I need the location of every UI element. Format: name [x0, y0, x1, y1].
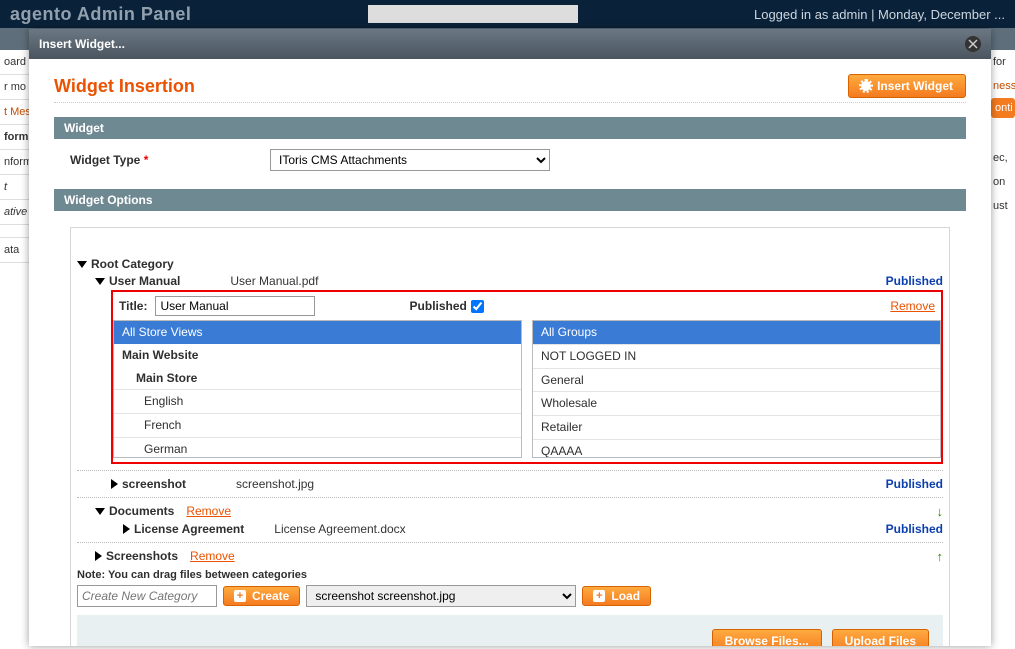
- section-widget-header: Widget: [54, 117, 966, 139]
- list-item[interactable]: General: [533, 368, 940, 392]
- upload-area: Browse Files... Upload Files: [77, 615, 943, 646]
- arrow-down-green-icon[interactable]: ↓: [937, 504, 944, 519]
- list-item[interactable]: All Groups: [533, 321, 940, 344]
- widget-type-select[interactable]: IToris CMS Attachments: [270, 149, 550, 171]
- screenshot-filename: screenshot.jpg: [236, 477, 314, 491]
- modal-titlebar: Insert Widget...: [29, 29, 991, 59]
- status-published: Published: [886, 274, 943, 288]
- chevron-right-icon: [123, 524, 130, 534]
- tree-license-agreement[interactable]: License Agreement License Agreement.docx: [123, 521, 406, 537]
- attachment-detail-panel: Title: Published Remove All Store Views: [111, 290, 943, 464]
- load-button[interactable]: + Load: [582, 586, 651, 606]
- list-item[interactable]: Retailer: [533, 415, 940, 439]
- store-views-listbox[interactable]: All Store Views Main Website Main Store …: [113, 320, 522, 458]
- list-item[interactable]: All Store Views: [114, 321, 521, 344]
- create-category-button[interactable]: + Create: [223, 586, 300, 606]
- chevron-down-icon: [95, 508, 105, 515]
- list-item[interactable]: Wholesale: [533, 391, 940, 415]
- user-manual-filename: User Manual.pdf: [230, 274, 318, 288]
- modal-title: Insert Widget...: [39, 37, 125, 51]
- list-item[interactable]: German: [114, 437, 521, 458]
- tree-screenshots[interactable]: Screenshots Remove: [95, 548, 235, 564]
- tree-documents[interactable]: Documents Remove: [95, 503, 231, 519]
- global-search: [368, 5, 578, 23]
- admin-meta: Logged in as admin | Monday, December ..…: [754, 7, 1005, 22]
- chevron-right-icon: [111, 479, 118, 489]
- chevron-down-icon: [77, 261, 87, 268]
- published-checkbox[interactable]: [471, 300, 484, 313]
- list-item[interactable]: Main Website: [114, 344, 521, 367]
- background-left-fragments: oardr mot Mes formnformt ativeata: [0, 50, 30, 263]
- published-label: Published: [410, 299, 467, 313]
- list-item[interactable]: QAAAA: [533, 439, 940, 458]
- title-label: Title:: [119, 299, 147, 313]
- insert-widget-button[interactable]: Insert Widget: [848, 74, 966, 98]
- plus-icon: +: [234, 590, 246, 602]
- attachments-tree: Root Category User Manual User Manual.pd…: [77, 256, 943, 565]
- title-input[interactable]: [155, 296, 315, 316]
- drag-note: Note: You can drag files between categor…: [77, 569, 943, 581]
- arrow-up-green-icon[interactable]: ↑: [937, 549, 944, 564]
- section-options-header: Widget Options: [54, 189, 966, 211]
- list-item[interactable]: English: [114, 389, 521, 413]
- remove-attachment-link[interactable]: Remove: [890, 299, 935, 313]
- upload-files-button[interactable]: Upload Files: [832, 629, 929, 646]
- chevron-down-icon: [95, 278, 105, 285]
- new-category-input[interactable]: [77, 585, 217, 607]
- file-select[interactable]: screenshot screenshot.jpg: [306, 585, 576, 607]
- tree-root-category[interactable]: Root Category: [77, 256, 943, 272]
- gear-icon: [861, 81, 871, 91]
- tree-screenshot[interactable]: screenshot screenshot.jpg: [111, 476, 314, 492]
- tree-user-manual[interactable]: User Manual User Manual.pdf: [95, 273, 318, 289]
- chevron-right-icon: [95, 551, 102, 561]
- page-title: Widget Insertion: [54, 76, 195, 97]
- license-filename: License Agreement.docx: [274, 522, 405, 536]
- remove-category-link[interactable]: Remove: [190, 549, 235, 563]
- admin-logo: agento Admin Panel: [10, 4, 191, 25]
- plus-icon: +: [593, 590, 605, 602]
- insert-widget-modal: Insert Widget... Widget Insertion Insert…: [29, 29, 991, 646]
- list-item[interactable]: NOT LOGGED IN: [533, 344, 940, 368]
- browse-files-button[interactable]: Browse Files...: [712, 629, 822, 646]
- widget-type-label: Widget Type *: [70, 153, 270, 167]
- background-right-fragments: forness onti ec,onust: [991, 50, 1015, 218]
- status-published: Published: [886, 522, 943, 536]
- remove-category-link[interactable]: Remove: [186, 504, 231, 518]
- customer-groups-listbox[interactable]: All Groups NOT LOGGED IN General Wholesa…: [532, 320, 941, 458]
- background-admin-header: agento Admin Panel Logged in as admin | …: [0, 0, 1015, 28]
- close-icon[interactable]: [965, 36, 981, 52]
- list-item[interactable]: Main Store: [114, 367, 521, 390]
- list-item[interactable]: French: [114, 413, 521, 437]
- status-published: Published: [886, 477, 943, 491]
